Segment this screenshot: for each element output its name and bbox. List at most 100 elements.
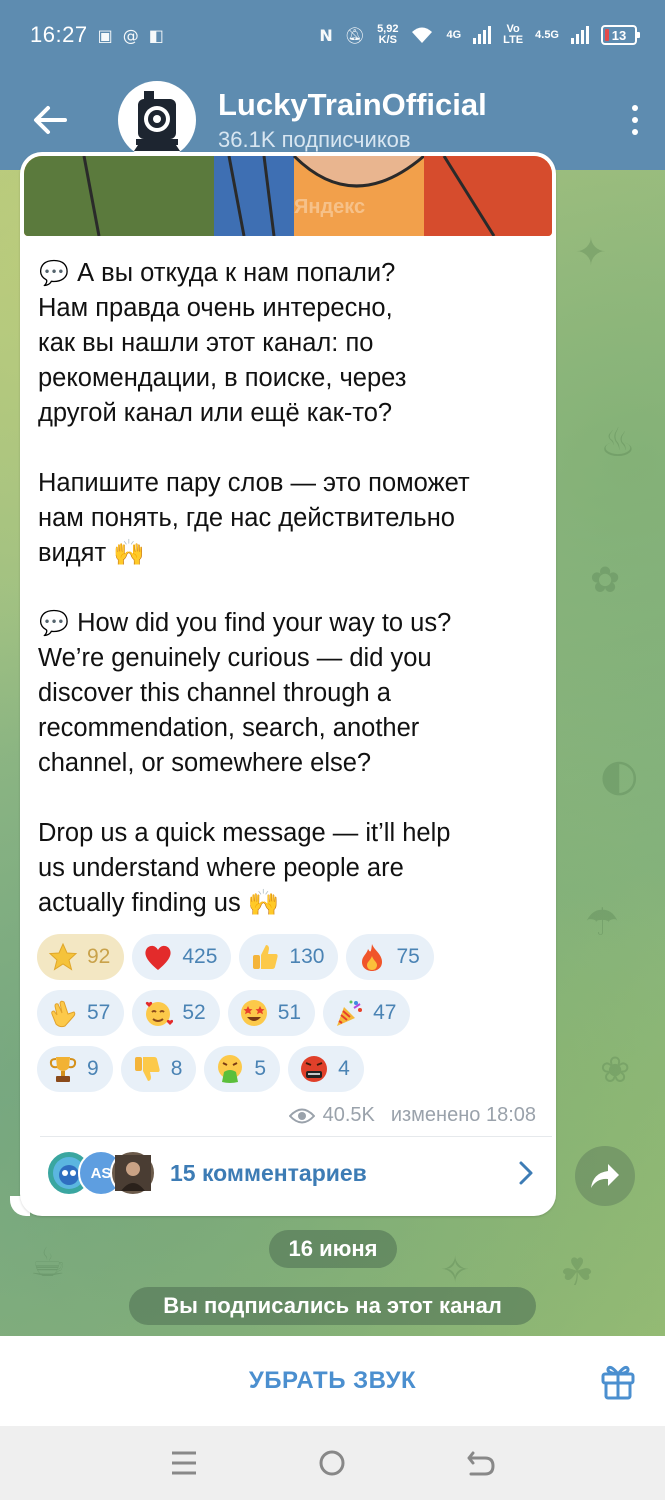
reaction-count: 52 (182, 1001, 206, 1024)
doodle-icon: ◐ (600, 750, 639, 801)
reactions: 92 425 130 75 57 52 51 47 9 8 5 4 (37, 934, 547, 1102)
edited-label: изменено 18:08 (390, 1104, 536, 1126)
paragraph-text: Напишите пару слов — это поможет нам пон… (38, 469, 470, 567)
reaction-count: 5 (254, 1057, 267, 1080)
reaction-thumbs-down[interactable]: 8 (120, 1046, 197, 1092)
reaction-star[interactable]: 92 (37, 934, 125, 980)
home-circle-icon (319, 1450, 345, 1476)
party-popper-icon (333, 997, 365, 1029)
recent-apps-button[interactable] (154, 1433, 214, 1493)
doodle-icon: ❀ (600, 1050, 631, 1091)
date-label: 16 июня (288, 1236, 378, 1261)
thumbs-down-icon (131, 1053, 163, 1085)
mute-button[interactable]: УБРАТЬ ЗВУК (249, 1367, 416, 1395)
reaction-thumbs-up[interactable]: 130 (239, 934, 339, 980)
screen-record-icon: ▣ (97, 25, 113, 45)
volte-label: Vo LTE (503, 24, 523, 46)
menu-lines-icon (172, 1451, 197, 1475)
subscriber-count: 36.1K подписчиков (218, 127, 411, 152)
reaction-row: 92 425 130 75 (37, 934, 547, 980)
post-image-art (24, 156, 552, 236)
net-speed: 5,92 K/S (377, 24, 398, 46)
battery-level: 13 (611, 27, 627, 43)
at-icon: @ (122, 25, 139, 45)
reaction-count: 57 (87, 1001, 111, 1024)
back-curve-icon (467, 1451, 495, 1476)
service-message: Вы подписались на этот канал (129, 1287, 536, 1325)
status-time: 16:27 (30, 22, 88, 47)
signal2-label: 4.5G (535, 28, 559, 41)
reaction-count: 4 (338, 1057, 350, 1080)
cursing-face-icon (298, 1053, 330, 1085)
speech-bubble-icon: 💬 (39, 609, 69, 637)
more-menu-button[interactable] (605, 70, 665, 170)
reaction-smiling-hearts[interactable]: 52 (132, 990, 220, 1036)
reaction-row: 57 52 51 47 (37, 990, 547, 1036)
system-back-button[interactable] (451, 1433, 511, 1493)
home-button[interactable] (302, 1433, 362, 1493)
view-count: 40.5K (322, 1104, 375, 1126)
reaction-count: 8 (170, 1057, 183, 1080)
thumbs-up-icon (249, 941, 281, 973)
speech-bubble-icon: 💬 (39, 259, 69, 287)
doodle-icon: ♨ (600, 420, 636, 466)
battery-icon: 13 (601, 25, 640, 45)
paragraph-text: How did you find your way to us? We’re g… (38, 609, 452, 777)
gift-icon (601, 1365, 635, 1400)
reaction-star-struck[interactable]: 51 (227, 990, 316, 1036)
doodle-icon: ☂ (585, 900, 620, 944)
post-text: 💬 А вы откуда к нам попали? Нам правда о… (38, 256, 548, 921)
signal-label: 4G (446, 28, 462, 41)
reaction-party-popper[interactable]: 47 (323, 990, 411, 1036)
train-logo-icon (124, 87, 190, 153)
post-image[interactable]: Яндекс (24, 156, 552, 236)
reaction-clap[interactable]: 57 (37, 990, 125, 1036)
system-nav-bar (0, 1426, 665, 1500)
nfc-icon: N (319, 25, 333, 45)
vomit-icon (214, 1053, 246, 1085)
share-button[interactable] (575, 1146, 635, 1206)
channel-avatar[interactable] (118, 81, 196, 159)
heart-icon (142, 941, 174, 973)
doodle-icon: ☕ (30, 1240, 66, 1286)
reaction-count: 51 (277, 1001, 302, 1024)
reaction-trophy[interactable]: 9 (37, 1046, 113, 1092)
post-meta: 40.5K изменено 18:08 (288, 1104, 536, 1127)
reaction-heart[interactable]: 425 (132, 934, 232, 980)
app-notification-icon: ◧ (148, 25, 164, 45)
header-text[interactable]: LuckyTrainOfficial 36.1K подписчиков (218, 87, 605, 153)
divider (40, 1136, 552, 1137)
reaction-cursing[interactable]: 4 (288, 1046, 364, 1092)
star-icon (47, 941, 79, 973)
reaction-count: 425 (182, 945, 218, 968)
wifi-icon (412, 27, 433, 43)
avatar-initials: AS (90, 1164, 112, 1182)
net-speed-unit: K/S (378, 34, 397, 46)
gift-button[interactable] (595, 1358, 641, 1404)
post-paragraph: 💬 How did you find your way to us? We’re… (38, 606, 548, 781)
commenter-avatar (110, 1150, 156, 1196)
comments-count: 15 комментариев (170, 1159, 367, 1186)
joined-label: Вы подписались на этот канал (163, 1293, 502, 1318)
comments-button[interactable]: AS 15 комментариев (20, 1138, 556, 1208)
reaction-count: 130 (289, 945, 325, 968)
signal2-icon (571, 26, 589, 44)
paragraph-text: Drop us a quick message — it’ll help us … (38, 819, 451, 917)
back-arrow-icon (34, 106, 67, 134)
smiling-hearts-icon (142, 997, 174, 1029)
trophy-icon (47, 1053, 79, 1085)
share-arrow-icon (591, 1164, 619, 1188)
fire-icon (356, 941, 388, 973)
reaction-count: 47 (373, 1001, 397, 1024)
more-vertical-icon (632, 105, 638, 135)
reaction-row: 9 8 5 4 (37, 1046, 547, 1092)
reaction-vomit[interactable]: 5 (204, 1046, 281, 1092)
commenter-avatars: AS (46, 1150, 156, 1196)
doodle-icon: ✦ (575, 230, 607, 274)
paragraph-text: А вы откуда к нам попали? Нам правда оче… (38, 259, 407, 427)
reaction-count: 92 (87, 945, 111, 968)
doodle-icon: ✧ (440, 1250, 471, 1291)
clap-icon (47, 997, 79, 1029)
reaction-fire[interactable]: 75 (346, 934, 434, 980)
channel-post: Яндекс 💬 А вы откуда к нам попали? Нам п… (20, 152, 556, 1216)
